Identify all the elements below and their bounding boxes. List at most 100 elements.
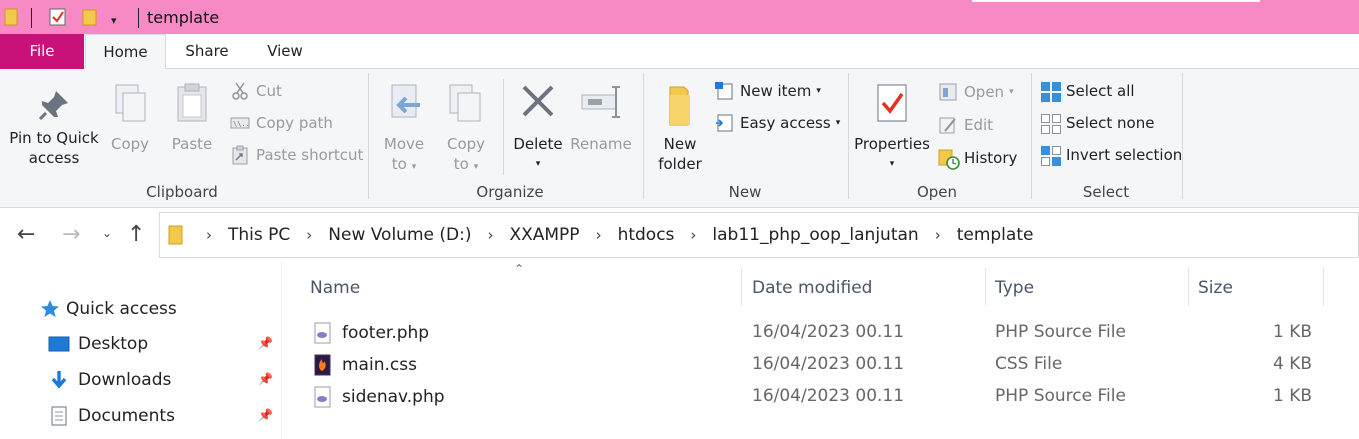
css-file-icon	[314, 354, 332, 376]
group-label-new: New	[728, 183, 762, 201]
file-date: 16/04/2023 00.11	[752, 322, 905, 342]
history-button[interactable]: History	[938, 146, 1017, 170]
nav-documents[interactable]: Documents	[48, 402, 175, 430]
copy-to-button[interactable]: Copy to ▾	[440, 81, 492, 177]
copy-path-icon: \\..	[230, 113, 250, 133]
pin-to-quick-access-button[interactable]: Pin to Quick access	[8, 87, 100, 168]
file-row[interactable]: footer.php 16/04/2023 00.11 PHP Source F…	[306, 318, 1326, 350]
folder-icon	[168, 225, 183, 245]
edit-button[interactable]: Edit	[938, 113, 993, 137]
column-header-size[interactable]: Size	[1190, 276, 1320, 310]
group-label-select: Select	[1082, 183, 1130, 201]
divider	[848, 73, 849, 199]
forward-arrow-icon[interactable]: →	[62, 222, 80, 247]
customize-chevron-down-icon[interactable]: ▾	[111, 9, 117, 31]
paste-shortcut-button[interactable]: Paste shortcut	[230, 143, 363, 167]
new-folder-quick-icon[interactable]	[82, 6, 98, 28]
divider	[1182, 73, 1183, 199]
file-type: PHP Source File	[995, 322, 1126, 342]
new-folder-button[interactable]: New folder	[652, 81, 708, 174]
divider[interactable]	[1188, 268, 1189, 306]
copy-icon	[115, 84, 146, 122]
back-arrow-icon[interactable]: ←	[17, 222, 35, 247]
copy-button[interactable]: Copy	[106, 81, 154, 154]
column-header-name[interactable]: Name	[302, 276, 742, 310]
up-arrow-icon[interactable]: ↑	[127, 222, 145, 247]
pin-icon[interactable]: 📌	[258, 336, 273, 350]
paste-shortcut-icon	[230, 145, 250, 165]
breadcrumb-separator-icon: ›	[595, 226, 602, 244]
copy-path-button[interactable]: \\.. Copy path	[230, 111, 333, 135]
address-bar[interactable]: › This PC › New Volume (D:) › XXAMPP › h…	[159, 212, 1359, 258]
breadcrumb-template[interactable]: template	[957, 225, 1034, 245]
select-all-icon	[1040, 81, 1061, 102]
svg-text:\\..: \\..	[233, 120, 250, 128]
divider[interactable]	[985, 268, 986, 306]
breadcrumb-new-volume[interactable]: New Volume (D:)	[328, 225, 471, 245]
breadcrumb-xxampp[interactable]: XXAMPP	[509, 225, 579, 245]
divider	[368, 73, 369, 199]
divider[interactable]	[1323, 268, 1324, 306]
divider[interactable]	[741, 268, 742, 306]
breadcrumb-separator-icon: ›	[934, 226, 941, 244]
breadcrumb-this-pc[interactable]: This PC	[228, 225, 290, 245]
column-header-date[interactable]: Date modified	[744, 276, 984, 310]
properties-button[interactable]: Properties ▾	[854, 81, 930, 174]
invert-selection-button[interactable]: Invert selection	[1040, 143, 1182, 167]
divider	[31, 8, 32, 28]
properties-quick-icon[interactable]	[48, 6, 68, 28]
chevron-down-icon: ▾	[816, 86, 821, 96]
title-bar: ▾ template	[0, 0, 1359, 34]
divider	[1031, 73, 1032, 199]
php-file-icon	[314, 322, 332, 344]
open-button[interactable]: Open ▾	[938, 80, 1014, 104]
chevron-down-icon: ▾	[473, 162, 479, 172]
recent-locations-chevron-down-icon[interactable]: ⌄	[102, 226, 112, 240]
divider	[643, 73, 644, 199]
select-all-button[interactable]: Select all	[1040, 79, 1135, 103]
breadcrumb-htdocs[interactable]: htdocs	[618, 225, 675, 245]
file-row[interactable]: sidenav.php 16/04/2023 00.11 PHP Source …	[306, 382, 1326, 414]
star-icon	[40, 299, 60, 319]
select-none-icon	[1040, 113, 1061, 134]
sort-ascending-chevron-icon: ⌃	[514, 262, 525, 276]
nav-quick-access[interactable]: Quick access	[40, 295, 177, 323]
invert-selection-icon	[1040, 145, 1061, 166]
file-row[interactable]: main.css 16/04/2023 00.11 CSS File 4 KB	[306, 350, 1326, 382]
file-size: 1 KB	[1272, 386, 1312, 406]
rename-button[interactable]: Rename	[570, 81, 632, 154]
documents-icon	[48, 406, 70, 426]
tab-home[interactable]: Home	[85, 34, 166, 70]
rename-icon	[581, 86, 620, 118]
group-label-clipboard: Clipboard	[146, 183, 218, 201]
select-none-button[interactable]: Select none	[1040, 111, 1154, 135]
tab-view[interactable]: View	[248, 34, 322, 69]
nav-downloads[interactable]: Downloads	[48, 366, 171, 394]
easy-access-button[interactable]: Easy access ▾	[714, 111, 840, 135]
scissors-icon	[230, 81, 250, 101]
move-to-button[interactable]: Move to ▾	[378, 81, 430, 177]
file-date: 16/04/2023 00.11	[752, 386, 905, 406]
cut-button[interactable]: Cut	[230, 79, 282, 103]
nav-desktop[interactable]: Desktop	[48, 330, 148, 358]
new-item-button[interactable]: New item ▾	[714, 79, 821, 103]
file-type: PHP Source File	[995, 386, 1126, 406]
ribbon-tabs: File Home Share View	[0, 34, 1359, 70]
breadcrumb-separator-icon: ›	[690, 226, 697, 244]
tab-file[interactable]: File	[0, 34, 84, 69]
file-name: main.css	[342, 355, 417, 375]
breadcrumb-lab11[interactable]: lab11_php_oop_lanjutan	[712, 225, 918, 245]
easy-access-icon	[714, 113, 734, 133]
paste-button[interactable]: Paste	[166, 81, 218, 154]
pin-icon[interactable]: 📌	[258, 372, 273, 386]
pin-icon[interactable]: 📌	[258, 408, 273, 422]
tab-share[interactable]: Share	[166, 34, 248, 69]
divider	[503, 79, 504, 175]
delete-button[interactable]: Delete ▾	[512, 81, 564, 174]
navigation-pane: Quick access Desktop 📌 Downloads 📌 Docum…	[0, 262, 282, 439]
column-header-type[interactable]: Type	[987, 276, 1187, 310]
chevron-down-icon: ▾	[535, 159, 541, 169]
clipboard-icon	[177, 83, 207, 122]
php-file-icon	[314, 386, 332, 408]
divider	[138, 8, 139, 28]
